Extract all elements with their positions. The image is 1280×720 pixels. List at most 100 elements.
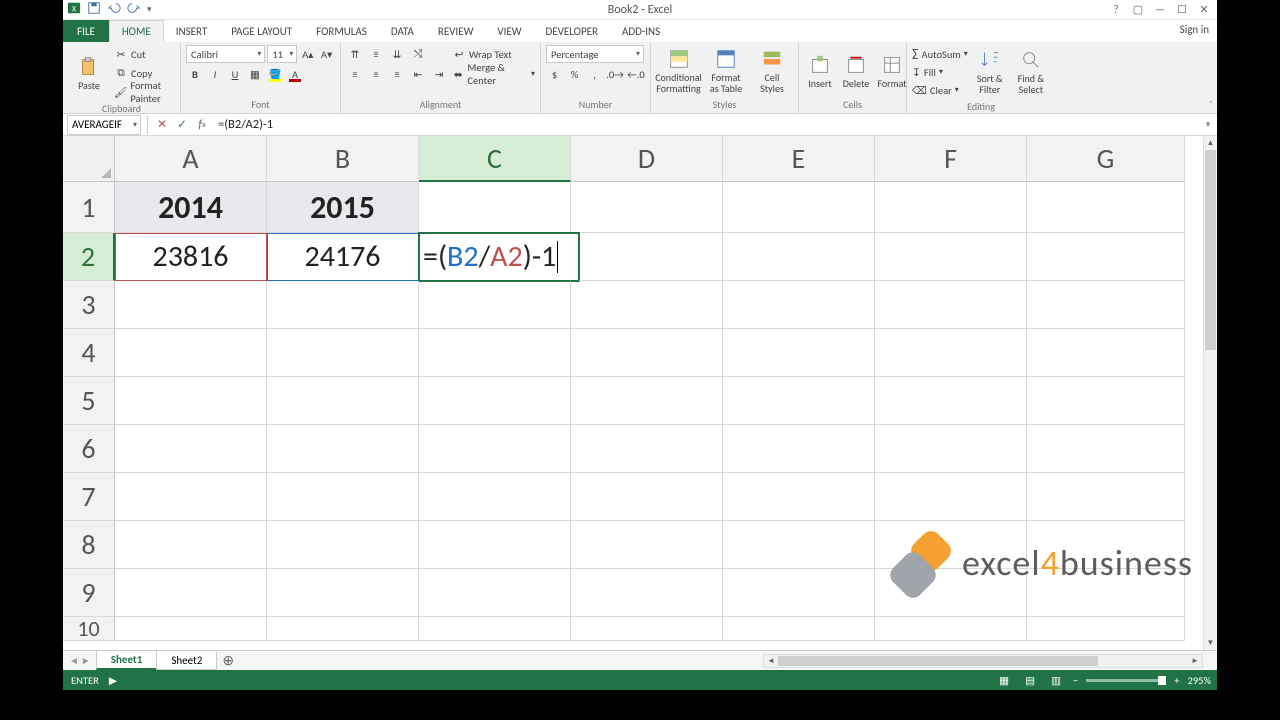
collapse-ribbon-icon[interactable]: ˆ: [1209, 98, 1213, 111]
scroll-left-icon[interactable]: ◄: [764, 655, 778, 667]
cell[interactable]: [571, 329, 723, 377]
cell-c1[interactable]: [419, 182, 571, 233]
scroll-thumb[interactable]: [1205, 150, 1216, 350]
increase-indent-icon[interactable]: ⇥: [430, 65, 448, 83]
cut-button[interactable]: ✂Cut: [114, 45, 175, 63]
row-head-7[interactable]: 7: [63, 473, 115, 521]
cell-g1[interactable]: [1027, 182, 1185, 233]
cell[interactable]: [419, 569, 571, 617]
border-button[interactable]: ▦: [246, 65, 264, 83]
cell[interactable]: [1027, 329, 1185, 377]
cell-a2[interactable]: 23816: [115, 233, 267, 281]
macro-record-icon[interactable]: ▶: [109, 674, 117, 687]
cell[interactable]: [723, 473, 875, 521]
help-icon[interactable]: ?: [1105, 0, 1127, 18]
autosum-button[interactable]: ∑AutoSum▾: [912, 45, 968, 63]
cell[interactable]: [571, 617, 723, 641]
cell[interactable]: [267, 329, 419, 377]
close-icon[interactable]: ✕: [1193, 0, 1215, 18]
cell-styles-button[interactable]: Cell Styles: [751, 45, 793, 97]
cell[interactable]: [267, 425, 419, 473]
number-format-select[interactable]: Percentage: [546, 45, 644, 63]
cell-e1[interactable]: [723, 182, 875, 233]
page-break-view-icon[interactable]: ▥: [1047, 673, 1065, 687]
orientation-icon[interactable]: ⤭: [409, 45, 427, 63]
redo-icon[interactable]: [127, 1, 141, 18]
tab-home[interactable]: HOME: [109, 20, 164, 42]
delete-cells-button[interactable]: Delete: [840, 45, 872, 97]
maximize-icon[interactable]: ☐: [1171, 0, 1193, 18]
decrease-font-icon[interactable]: A▾: [318, 45, 335, 63]
row-head-10[interactable]: 10: [63, 617, 115, 641]
zoom-in-icon[interactable]: +: [1174, 674, 1179, 687]
tab-addins[interactable]: ADD-INS: [610, 20, 672, 42]
cell[interactable]: [723, 281, 875, 329]
cell[interactable]: [115, 521, 267, 569]
cell[interactable]: [115, 569, 267, 617]
row-head-8[interactable]: 8: [63, 521, 115, 569]
cell-a1[interactable]: 2014: [115, 182, 267, 233]
normal-view-icon[interactable]: ▦: [995, 673, 1013, 687]
font-color-button[interactable]: A: [286, 65, 304, 83]
cell[interactable]: [723, 329, 875, 377]
ribbon-display-icon[interactable]: ▢: [1127, 0, 1149, 18]
horizontal-scrollbar[interactable]: ◄ ►: [763, 654, 1203, 668]
row-head-2[interactable]: 2: [63, 233, 115, 281]
cell[interactable]: [267, 569, 419, 617]
accounting-format-icon[interactable]: $: [546, 65, 563, 83]
cell[interactable]: [1027, 281, 1185, 329]
font-name-select[interactable]: Calibri: [186, 45, 265, 63]
scroll-up-icon[interactable]: ▲: [1204, 136, 1217, 150]
cell[interactable]: [419, 329, 571, 377]
scroll-right-icon[interactable]: ►: [1188, 655, 1202, 667]
scroll-down-icon[interactable]: ▼: [1204, 636, 1217, 650]
italic-button[interactable]: I: [206, 65, 224, 83]
tab-pagelayout[interactable]: PAGE LAYOUT: [219, 20, 304, 42]
tab-formulas[interactable]: FORMULAS: [304, 20, 379, 42]
cell[interactable]: [571, 425, 723, 473]
row-head-4[interactable]: 4: [63, 329, 115, 377]
underline-button[interactable]: U: [226, 65, 244, 83]
cell[interactable]: [1027, 521, 1185, 569]
sign-in-link[interactable]: Sign in: [1180, 23, 1209, 36]
increase-font-icon[interactable]: A▴: [299, 45, 316, 63]
formula-input[interactable]: =(B2/A2)-1: [212, 117, 1199, 132]
col-head-b[interactable]: B: [267, 136, 419, 182]
align-bottom-icon[interactable]: ⇊: [388, 45, 406, 63]
cell[interactable]: [419, 617, 571, 641]
percent-format-icon[interactable]: %: [566, 65, 583, 83]
page-layout-view-icon[interactable]: ▤: [1021, 673, 1039, 687]
comma-format-icon[interactable]: ,: [586, 65, 603, 83]
minimize-icon[interactable]: —: [1149, 0, 1171, 18]
conditional-formatting-button[interactable]: Conditional Formatting: [656, 45, 701, 97]
cell-b2[interactable]: 24176: [267, 233, 419, 281]
format-as-table-button[interactable]: Format as Table: [705, 45, 747, 97]
col-head-e[interactable]: E: [723, 136, 875, 182]
cell[interactable]: [115, 329, 267, 377]
cell[interactable]: [571, 569, 723, 617]
decrease-decimal-icon[interactable]: ←.0: [627, 65, 645, 83]
cell-f1[interactable]: [875, 182, 1027, 233]
cell[interactable]: [875, 425, 1027, 473]
clear-button[interactable]: ⌫Clear▾: [912, 81, 968, 99]
cell[interactable]: [1027, 425, 1185, 473]
paste-button[interactable]: Paste: [68, 45, 110, 101]
cell[interactable]: [723, 377, 875, 425]
col-head-c[interactable]: C: [419, 136, 571, 182]
cell[interactable]: [115, 617, 267, 641]
decrease-indent-icon[interactable]: ⇤: [409, 65, 427, 83]
new-sheet-icon[interactable]: ⊕: [217, 652, 239, 669]
col-head-d[interactable]: D: [571, 136, 723, 182]
expand-formula-bar-icon[interactable]: ▾: [1199, 119, 1217, 130]
cell-f2[interactable]: [875, 233, 1027, 281]
cell-b1[interactable]: 2015: [267, 182, 419, 233]
cell[interactable]: [875, 473, 1027, 521]
select-all-corner[interactable]: [63, 136, 115, 182]
tab-file[interactable]: FILE: [63, 20, 109, 42]
cell-d1[interactable]: [571, 182, 723, 233]
cell[interactable]: [267, 473, 419, 521]
insert-cells-button[interactable]: Insert: [804, 45, 836, 97]
cell[interactable]: [419, 377, 571, 425]
scroll-thumb[interactable]: [778, 656, 1098, 666]
row-head-9[interactable]: 9: [63, 569, 115, 617]
